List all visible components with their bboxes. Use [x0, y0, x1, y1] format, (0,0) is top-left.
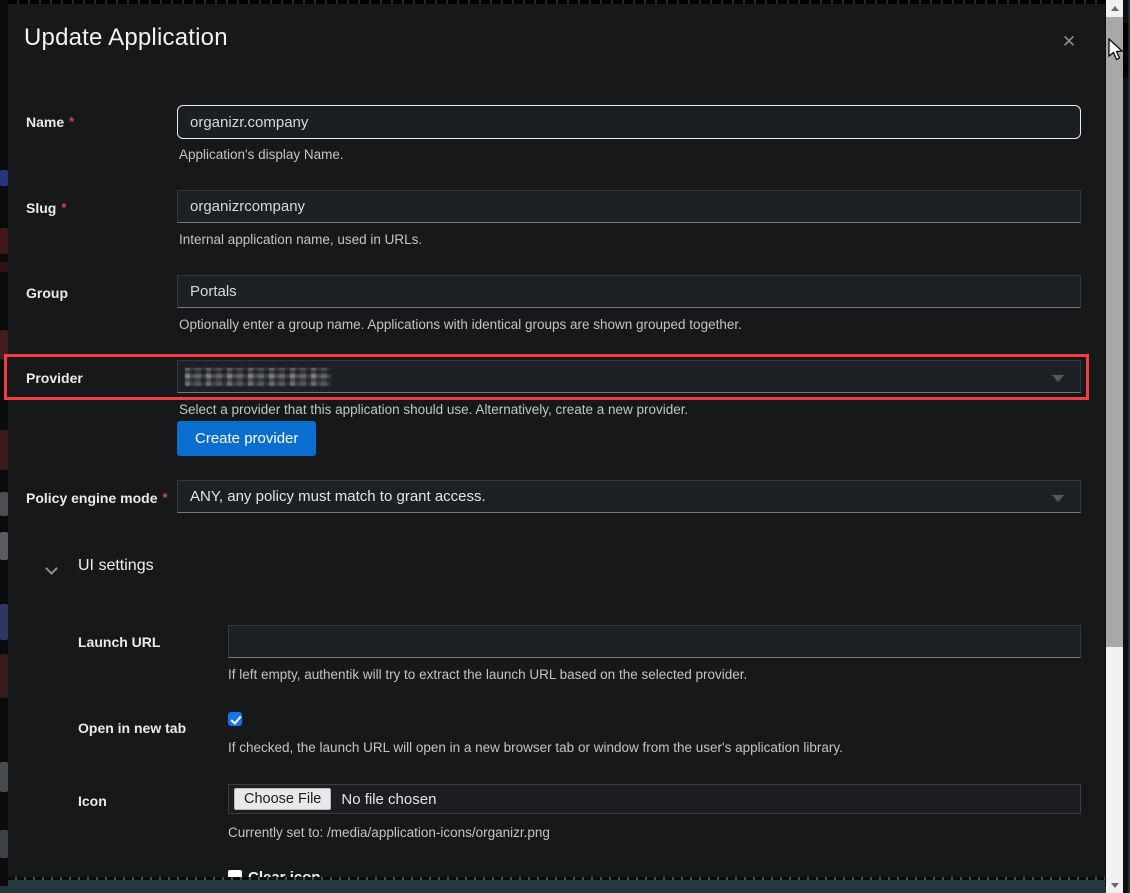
- name-input[interactable]: [177, 105, 1081, 139]
- background-fragment: [0, 830, 8, 858]
- scroll-down-icon: [1111, 883, 1119, 888]
- page-behind-bottom-edge: [0, 886, 1130, 893]
- provider-select[interactable]: [177, 360, 1081, 393]
- background-fragment: [0, 654, 8, 698]
- scroll-up-button[interactable]: [1106, 0, 1123, 17]
- background-fragment: [0, 492, 8, 516]
- ui-settings-section-toggle[interactable]: UI settings: [8, 556, 1105, 580]
- required-asterisk: *: [69, 114, 74, 129]
- window-right-edge: [1123, 0, 1130, 893]
- launch-url-label: Launch URL: [78, 633, 228, 651]
- background-fragment: [0, 762, 8, 792]
- background-fragment: [0, 170, 8, 186]
- create-provider-button[interactable]: Create provider: [177, 421, 316, 456]
- scroll-up-icon: [1111, 6, 1119, 11]
- open-in-new-tab-label: Open in new tab: [78, 719, 228, 737]
- policy-engine-mode-select[interactable]: ANY, any policy must match to grant acce…: [177, 480, 1081, 513]
- open-in-new-tab-help-text: If checked, the launch URL will open in …: [228, 739, 843, 756]
- scrollbar-thumb[interactable]: [1106, 17, 1123, 647]
- icon-file-input[interactable]: Choose File No file chosen: [228, 784, 1081, 814]
- launch-url-help-text: If left empty, authentik will try to ext…: [228, 666, 747, 683]
- required-asterisk: *: [162, 490, 167, 505]
- chevron-down-icon: [1052, 495, 1064, 502]
- name-label: Name *: [26, 113, 174, 131]
- name-help-text: Application's display Name.: [179, 146, 344, 163]
- background-fragment: [0, 262, 8, 272]
- slug-help-text: Internal application name, used in URLs.: [179, 231, 422, 248]
- provider-value-redacted: [185, 368, 331, 386]
- policy-engine-mode-label: Policy engine mode *: [26, 489, 174, 507]
- modal-top-edge: [8, 0, 1105, 4]
- background-fragment: [0, 228, 8, 254]
- policy-engine-mode-label-text: Policy engine mode: [26, 490, 157, 506]
- provider-label: Provider: [26, 369, 174, 387]
- name-label-text: Name: [26, 114, 64, 130]
- choose-file-button[interactable]: Choose File: [234, 788, 331, 810]
- update-application-modal: Update Application ✕ Name * Application's…: [8, 0, 1105, 886]
- slug-input[interactable]: [177, 190, 1081, 223]
- page-behind-left-edge: [0, 0, 8, 893]
- modal-bottom-edge: [8, 877, 1105, 886]
- background-fragment: [0, 430, 8, 470]
- background-fragment: [0, 604, 8, 640]
- open-in-new-tab-checkbox[interactable]: [228, 712, 242, 726]
- close-icon[interactable]: ✕: [1057, 30, 1081, 54]
- ui-settings-section-title: UI settings: [78, 557, 154, 575]
- group-label: Group: [26, 284, 174, 302]
- chevron-down-icon: [1052, 375, 1064, 382]
- background-fragment: [0, 330, 8, 360]
- vertical-scrollbar[interactable]: [1106, 0, 1123, 893]
- group-help-text: Optionally enter a group name. Applicati…: [179, 316, 742, 333]
- scroll-down-button[interactable]: [1106, 876, 1123, 893]
- required-asterisk: *: [61, 200, 66, 215]
- icon-label: Icon: [78, 792, 228, 810]
- policy-engine-mode-value: ANY, any policy must match to grant acce…: [190, 488, 486, 505]
- modal-bottom-teal-strip: [8, 880, 1105, 886]
- background-fragment: [0, 532, 8, 560]
- provider-help-text: Select a provider that this application …: [179, 401, 688, 418]
- chevron-down-icon: [45, 562, 58, 575]
- no-file-chosen-text: No file chosen: [341, 791, 436, 808]
- icon-help-text: Currently set to: /media/application-ico…: [228, 824, 550, 841]
- slug-label: Slug *: [26, 199, 174, 217]
- launch-url-input[interactable]: [228, 625, 1081, 658]
- group-input[interactable]: [177, 275, 1081, 308]
- modal-title: Update Application: [24, 24, 228, 52]
- slug-label-text: Slug: [26, 200, 56, 216]
